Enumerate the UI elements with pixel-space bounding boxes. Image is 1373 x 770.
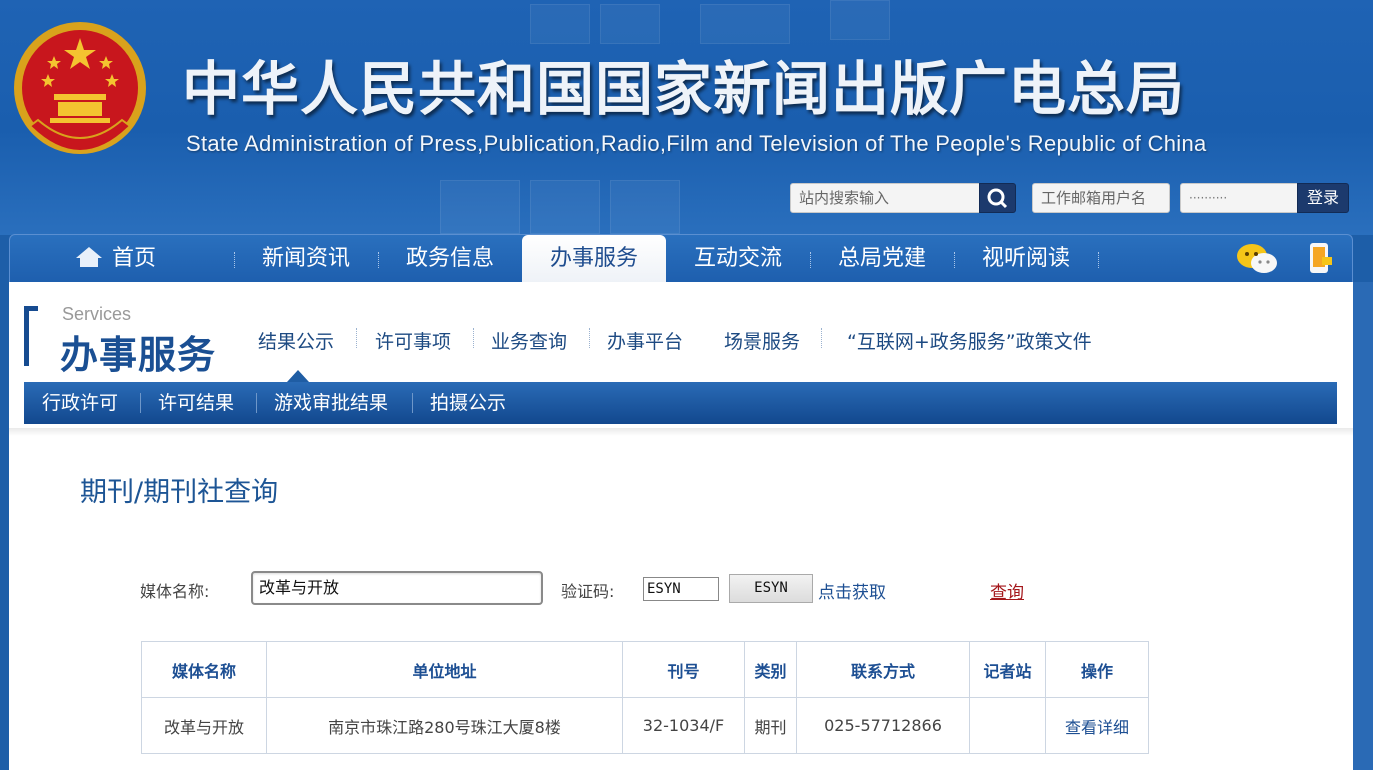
content-panel: Services 办事服务 结果公示 许可事项 业务查询 办事平台 场景服务 “… (9, 282, 1353, 770)
cell-contact: 025-57712866 (796, 697, 970, 754)
subnav-license-items[interactable]: 许可事项 (375, 327, 451, 354)
captcha-refresh-link[interactable]: 点击获取 (818, 578, 886, 603)
subnav-policy-documents[interactable]: “互联网+政务服务”政策文件 (847, 327, 1092, 354)
nav-government-info[interactable]: 政务信息 (392, 235, 508, 283)
right-background-edge (1353, 282, 1373, 770)
column-header: 媒体名称 (141, 641, 267, 698)
subnav-divider (356, 328, 357, 348)
wechat-icon[interactable] (1235, 241, 1279, 277)
email-username-input[interactable]: 工作邮箱用户名 (1032, 183, 1170, 213)
tab-license-results[interactable]: 许可结果 (158, 382, 234, 424)
section-title-en: Services (62, 304, 132, 324)
cell-reporter-station (969, 697, 1046, 754)
subnav-service-platform[interactable]: 办事平台 (607, 327, 683, 354)
site-subtitle: State Administration of Press,Publicatio… (186, 131, 1207, 156)
captcha-image[interactable]: ESYN (729, 574, 813, 603)
view-details-link[interactable]: 查看详细 (1045, 697, 1149, 754)
main-nav: 首页 新闻资讯 政务信息 办事服务 互动交流 总局党建 视听阅读 (9, 234, 1353, 283)
tab-administrative-license[interactable]: 行政许可 (42, 382, 118, 424)
nav-news[interactable]: 新闻资讯 (248, 235, 364, 283)
bg-tile (700, 4, 790, 44)
site-search-input[interactable]: 站内搜索输入 (790, 183, 980, 213)
nav-services[interactable]: 办事服务 (522, 235, 666, 283)
column-header: 操作 (1045, 641, 1149, 698)
nav-interaction[interactable]: 互动交流 (680, 235, 796, 283)
tab-divider (140, 393, 141, 413)
national-emblem (14, 22, 146, 154)
bg-tile (530, 180, 600, 234)
column-header: 类别 (744, 641, 797, 698)
tab-divider (412, 393, 413, 413)
nav-party-building[interactable]: 总局党建 (824, 235, 940, 283)
cell-media-name: 改革与开放 (141, 697, 267, 754)
captcha-label: 验证码: (561, 582, 615, 601)
section-title-block: Services 办事服务 (24, 304, 244, 377)
cell-category: 期刊 (744, 697, 797, 754)
login-button[interactable]: 登录 (1297, 183, 1349, 213)
nav-divider (1098, 252, 1099, 268)
media-name-label: 媒体名称: (140, 582, 210, 601)
search-button[interactable] (979, 183, 1016, 213)
captcha-input[interactable]: ESYN (643, 577, 719, 601)
nav-audio-visual[interactable]: 视听阅读 (968, 235, 1084, 283)
subnav-result-publicity[interactable]: 结果公示 (258, 327, 334, 354)
tab-filming-publicity[interactable]: 拍摄公示 (430, 382, 506, 424)
query-button[interactable]: 查询 (990, 578, 1024, 603)
nav-divider (378, 252, 379, 268)
bg-tile (830, 0, 890, 40)
nav-divider (954, 252, 955, 268)
column-header: 刊号 (622, 641, 745, 698)
site-header: 中华人民共和国国家新闻出版广电总局 State Administration o… (0, 0, 1373, 235)
password-input[interactable]: ·········· (1180, 183, 1300, 213)
tab-divider (256, 393, 257, 413)
cell-issue-number: 32-1034/F (622, 697, 745, 754)
section-bar (24, 306, 29, 366)
bg-tile (530, 4, 590, 44)
subnav-business-query[interactable]: 业务查询 (491, 327, 567, 354)
section-title-cn: 办事服务 (60, 333, 217, 377)
column-header: 联系方式 (796, 641, 970, 698)
nav-divider (810, 252, 811, 268)
media-name-input[interactable]: 改革与开放 (251, 571, 543, 605)
mobile-icon[interactable] (1306, 241, 1334, 277)
subnav-divider (473, 328, 474, 348)
subnav-divider (589, 328, 590, 348)
subnav-scene-services[interactable]: 场景服务 (724, 327, 800, 354)
tab-game-approval-results[interactable]: 游戏审批结果 (274, 382, 388, 424)
third-level-nav: 行政许可 许可结果 游戏审批结果 拍摄公示 (24, 382, 1337, 424)
subnav-divider (821, 328, 822, 348)
site-title: 中华人民共和国国家新闻出版广电总局 (182, 55, 1186, 123)
column-header: 单位地址 (266, 641, 623, 698)
results-table: 媒体名称 单位地址 刊号 类别 联系方式 记者站 操作 改革与开放 南京市珠江路… (141, 641, 1149, 754)
section-bar-top (24, 306, 38, 311)
table-header-row: 媒体名称 单位地址 刊号 类别 联系方式 记者站 操作 (141, 641, 1149, 698)
table-row: 改革与开放 南京市珠江路280号珠江大厦8楼 32-1034/F 期刊 025-… (141, 697, 1149, 754)
nav-divider (234, 252, 235, 268)
home-icon (75, 247, 102, 267)
active-subnav-caret (287, 370, 309, 382)
nav-home-label: 首页 (111, 246, 156, 271)
cell-address: 南京市珠江路280号珠江大厦8楼 (266, 697, 623, 754)
bg-tile (440, 180, 520, 234)
separator-band (9, 428, 1353, 436)
page-title: 期刊/期刊社查询 (80, 477, 279, 508)
bg-tile (610, 180, 680, 234)
bg-tile (600, 4, 660, 44)
column-header: 记者站 (969, 641, 1046, 698)
nav-home[interactable]: 首页 (60, 235, 170, 283)
search-icon (987, 188, 1008, 209)
